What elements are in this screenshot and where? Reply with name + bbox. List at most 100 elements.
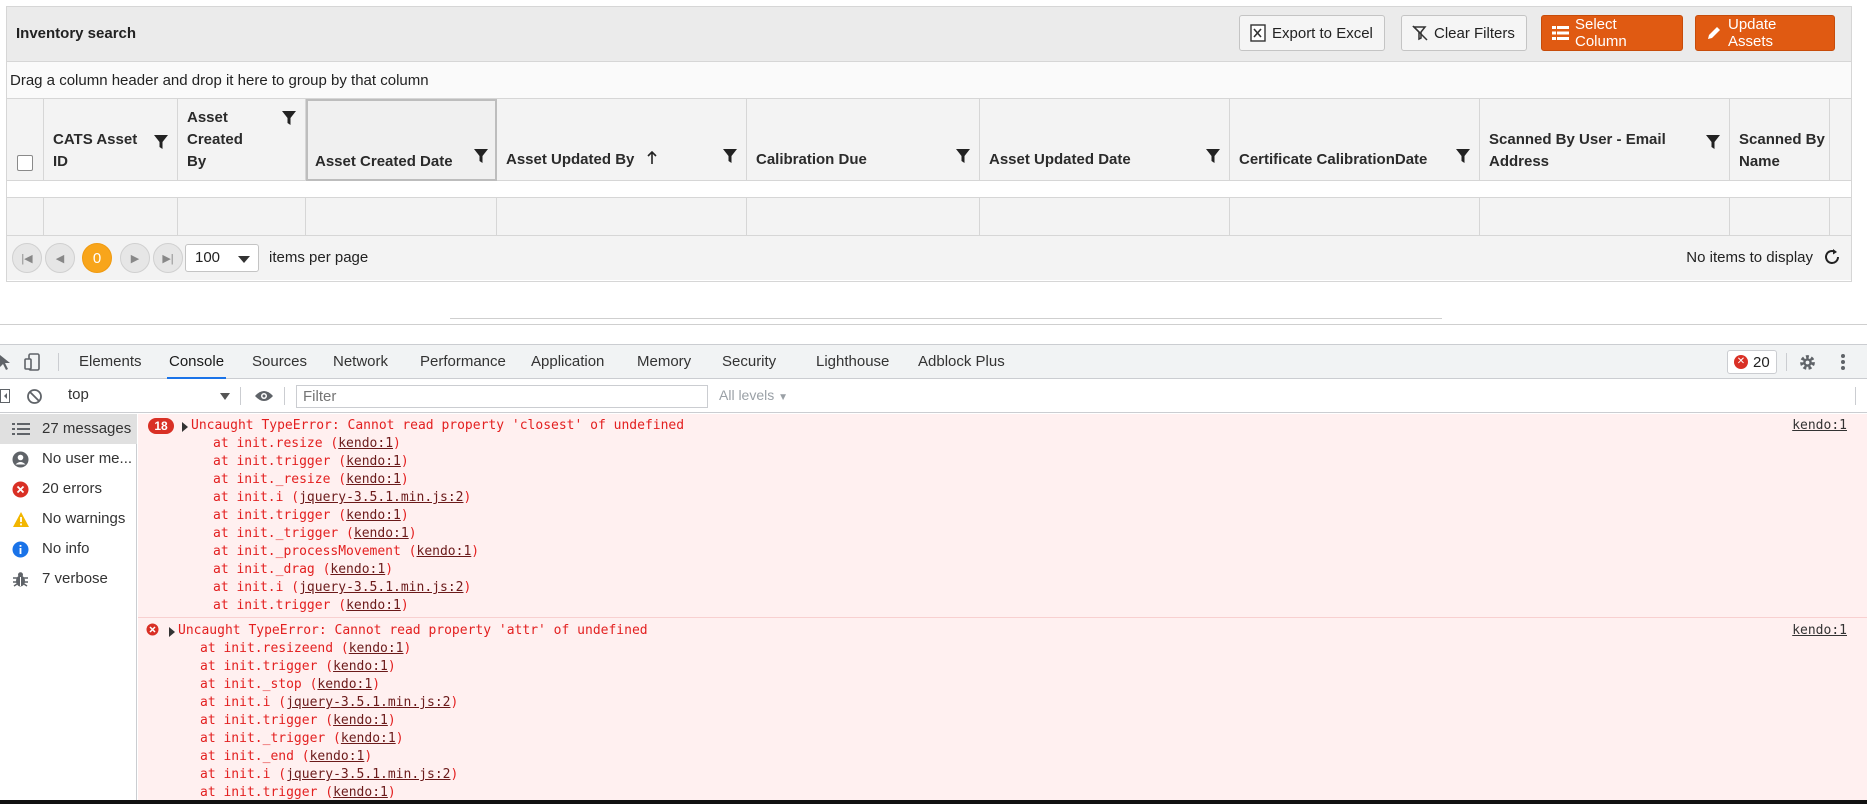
source-link[interactable]: kendo:1 xyxy=(1792,623,1847,638)
column-header-asset-updated-date[interactable]: Asset Updated Date xyxy=(980,99,1230,181)
group-drop-area[interactable]: Drag a column header and drop it here to… xyxy=(7,62,1851,99)
select-all-checkbox[interactable] xyxy=(17,155,33,171)
stack-frame: at init.trigger (kendo:1) xyxy=(200,659,396,674)
sidebar-item-messages[interactable]: 27 messages xyxy=(0,414,137,444)
filter-icon[interactable] xyxy=(1706,135,1720,153)
column-header-calibration-due[interactable]: Calibration Due xyxy=(747,99,980,181)
column-header-asset-created-by[interactable]: Asset Created By xyxy=(178,99,306,181)
stack-link[interactable]: kendo:1 xyxy=(338,436,393,451)
next-page-icon: ▶ xyxy=(130,252,140,265)
grid-body-empty xyxy=(7,181,1851,198)
stack-link[interactable]: kendo:1 xyxy=(310,749,365,764)
sidebar-item-errors[interactable]: 20 errors xyxy=(0,474,137,504)
divider xyxy=(240,387,241,405)
stack-link[interactable]: jquery-3.5.1.min.js:2 xyxy=(299,580,463,595)
stack-link[interactable]: kendo:1 xyxy=(346,472,401,487)
inspect-element-icon[interactable] xyxy=(0,354,14,373)
no-items-label: No items to display xyxy=(1686,249,1813,266)
last-page-button[interactable]: ▶| xyxy=(153,243,183,273)
column-header-certificate-calibration-date[interactable]: Certificate CalibrationDate xyxy=(1230,99,1480,181)
resize-handle[interactable] xyxy=(450,318,1442,319)
column-header-asset-created-date[interactable]: Asset Created Date xyxy=(306,99,497,181)
update-assets-button[interactable]: Update Assets xyxy=(1695,15,1835,51)
stack-link[interactable]: kendo:1 xyxy=(346,454,401,469)
list-icon xyxy=(12,421,30,441)
show-sidebar-icon[interactable] xyxy=(0,389,10,406)
tab-application[interactable]: Application xyxy=(531,345,604,379)
stack-link[interactable]: kendo:1 xyxy=(333,785,388,800)
more-options-icon[interactable] xyxy=(1840,353,1846,374)
page-size-dropdown[interactable]: 100 xyxy=(185,244,259,272)
tab-lighthouse[interactable]: Lighthouse xyxy=(816,345,889,379)
execution-context-select[interactable]: top xyxy=(68,386,89,403)
stack-link[interactable]: kendo:1 xyxy=(330,562,385,577)
first-page-button[interactable]: |◀ xyxy=(12,243,42,273)
tab-console[interactable]: Console xyxy=(166,345,227,379)
console-error-message[interactable]: 18 Uncaught TypeError: Cannot read prope… xyxy=(138,414,1867,618)
stack-link[interactable]: kendo:1 xyxy=(354,526,409,541)
sidebar-item-verbose[interactable]: 7 verbose xyxy=(0,564,137,594)
column-header-asset-updated-by[interactable]: Asset Updated By xyxy=(497,99,747,181)
gear-icon[interactable] xyxy=(1798,353,1817,375)
devtools-splitter[interactable] xyxy=(0,324,1867,325)
column-header-scanned-by-email[interactable]: Scanned By User - Email Address xyxy=(1480,99,1730,181)
error-count-badge[interactable]: ✕ 20 xyxy=(1727,350,1777,374)
sidebar-item-warnings[interactable]: No warnings xyxy=(0,504,137,534)
log-levels-dropdown[interactable]: All levels ▼ xyxy=(719,387,788,403)
export-to-excel-button[interactable]: Export to Excel xyxy=(1239,15,1385,51)
stack-link[interactable]: kendo:1 xyxy=(333,713,388,728)
filter-icon[interactable] xyxy=(723,149,737,167)
eye-icon[interactable] xyxy=(254,389,274,406)
tab-performance[interactable]: Performance xyxy=(420,345,506,379)
last-page-icon: ▶| xyxy=(162,252,174,265)
tab-security[interactable]: Security xyxy=(722,345,776,379)
sort-ascending-icon xyxy=(647,150,657,169)
stack-link[interactable]: kendo:1 xyxy=(341,731,396,746)
stack-link[interactable]: kendo:1 xyxy=(346,598,401,613)
tab-sources[interactable]: Sources xyxy=(252,345,307,379)
filter-icon[interactable] xyxy=(282,111,296,129)
clear-filters-button[interactable]: Clear Filters xyxy=(1401,15,1527,51)
expand-triangle-icon[interactable] xyxy=(169,627,175,637)
error-icon: ✕ xyxy=(1734,355,1748,369)
filter-icon[interactable] xyxy=(1206,149,1220,167)
stack-link[interactable]: kendo:1 xyxy=(346,508,401,523)
tab-memory[interactable]: Memory xyxy=(637,345,691,379)
tab-network[interactable]: Network xyxy=(333,345,388,379)
device-toolbar-icon[interactable] xyxy=(24,353,42,374)
sidebar-item-info[interactable]: No info xyxy=(0,534,137,564)
next-page-button[interactable]: ▶ xyxy=(120,243,150,273)
tab-elements[interactable]: Elements xyxy=(79,345,142,379)
tab-adblock-plus[interactable]: Adblock Plus xyxy=(918,345,1005,379)
stack-link[interactable]: kendo:1 xyxy=(333,659,388,674)
filler-cell xyxy=(1480,198,1730,236)
expand-triangle-icon[interactable] xyxy=(182,422,188,432)
previous-page-button[interactable]: ◀ xyxy=(45,243,75,273)
stack-frame: at init.i (jquery-3.5.1.min.js:2) xyxy=(200,695,459,710)
filter-icon[interactable] xyxy=(1456,149,1470,167)
clear-console-icon[interactable] xyxy=(26,388,43,408)
stack-link[interactable]: kendo:1 xyxy=(417,544,472,559)
stack-link[interactable]: jquery-3.5.1.min.js:2 xyxy=(286,695,450,710)
stack-link[interactable]: kendo:1 xyxy=(317,677,372,692)
error-count: 20 xyxy=(1753,353,1770,371)
console-filter-input[interactable] xyxy=(296,385,708,408)
stack-frame: at init._stop (kendo:1) xyxy=(200,677,381,692)
stack-link[interactable]: jquery-3.5.1.min.js:2 xyxy=(299,490,463,505)
current-page-button[interactable]: 0 xyxy=(82,243,112,273)
filter-icon[interactable] xyxy=(474,149,488,167)
console-error-message[interactable]: Uncaught TypeError: Cannot read property… xyxy=(138,619,1867,804)
filter-icon[interactable] xyxy=(154,135,168,153)
current-page-number: 0 xyxy=(92,249,102,267)
column-header-scanned-by-name[interactable]: Scanned By Name xyxy=(1730,99,1830,181)
column-header-cats-asset-id[interactable]: CATS Asset ID xyxy=(44,99,178,181)
select-column-button[interactable]: Select Column xyxy=(1541,15,1683,51)
source-link[interactable]: kendo:1 xyxy=(1792,418,1847,433)
stack-link[interactable]: jquery-3.5.1.min.js:2 xyxy=(286,767,450,782)
filter-icon[interactable] xyxy=(956,149,970,167)
stack-link[interactable]: kendo:1 xyxy=(349,641,404,656)
devtools-tab-bar: Elements Console Sources Network Perform… xyxy=(0,344,1867,379)
refresh-icon[interactable] xyxy=(1823,248,1841,269)
sidebar-item-user-messages[interactable]: No user me... xyxy=(0,444,137,474)
stack-frame: at init._end (kendo:1) xyxy=(200,749,373,764)
